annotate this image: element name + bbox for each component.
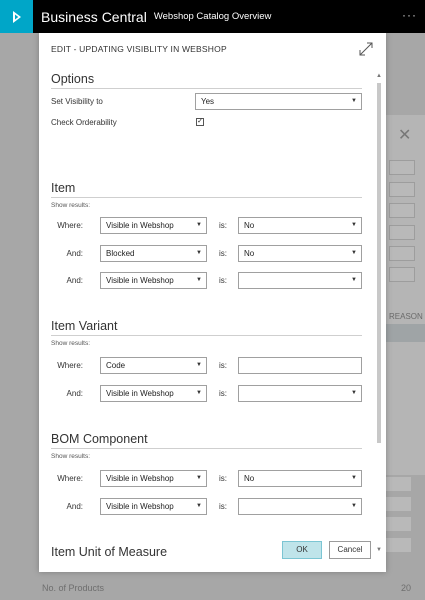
dialog-content: Options Set Visibility to Yes ▼ Check Or… — [39, 69, 377, 557]
page-name: Webshop Catalog Overview — [153, 11, 272, 22]
bom-value-select[interactable]: ▼ — [238, 498, 362, 515]
background-field — [389, 246, 415, 261]
item-field-select[interactable]: Blocked ▼ — [100, 245, 207, 262]
is-label: is: — [219, 221, 227, 230]
chevron-down-icon: ▼ — [351, 277, 357, 283]
chevron-down-icon: ▼ — [196, 475, 202, 481]
cancel-button[interactable]: Cancel — [329, 541, 371, 559]
field-value: Visible in Webshop — [106, 221, 174, 230]
condition-label: Where: — [57, 474, 83, 483]
is-label: is: — [219, 249, 227, 258]
expand-icon[interactable] — [358, 41, 374, 57]
item-variant-section-title: Item Variant — [51, 319, 118, 333]
item-section-title: Item — [51, 181, 76, 195]
condition-label: Where: — [57, 361, 83, 370]
show-results-label: Show results: — [51, 202, 91, 209]
chevron-down-icon: ▼ — [351, 390, 357, 396]
divider — [51, 335, 362, 336]
background-close-icon: ✕ — [398, 127, 412, 144]
chevron-down-icon: ▼ — [196, 250, 202, 256]
chevron-down-icon: ▼ — [196, 362, 202, 368]
item-variant-field-select[interactable]: Visible in Webshop ▼ — [100, 385, 207, 402]
item-value-select[interactable]: ▼ — [238, 272, 362, 289]
chevron-down-icon: ▼ — [351, 222, 357, 228]
condition-label: And: — [66, 249, 83, 258]
check-orderability-checkbox[interactable]: ✓ — [196, 118, 204, 126]
bom-component-section-title: BOM Component — [51, 432, 148, 446]
condition-label: And: — [66, 502, 83, 511]
app-logo-icon[interactable] — [0, 0, 33, 33]
bom-field-select[interactable]: Visible in Webshop ▼ — [100, 498, 207, 515]
set-visibility-value: Yes — [201, 97, 215, 106]
dialog-title: EDIT - UPDATING VISIBLITY IN WEBSHOP — [51, 44, 227, 54]
condition-value: No — [244, 221, 255, 230]
chevron-down-icon: ▼ — [196, 222, 202, 228]
chevron-down-icon: ▼ — [351, 98, 357, 104]
item-unit-of-measure-section-title: Item Unit of Measure — [51, 545, 168, 557]
scroll-up-icon[interactable]: ▲ — [376, 73, 382, 79]
condition-value: No — [244, 474, 255, 483]
is-label: is: — [219, 276, 227, 285]
item-value-select[interactable]: No ▼ — [238, 245, 362, 262]
chevron-down-icon: ▼ — [196, 390, 202, 396]
condition-label: And: — [66, 276, 83, 285]
check-orderability-label: Check Orderability — [51, 118, 117, 127]
condition-value: No — [244, 249, 255, 258]
field-value: Code — [106, 361, 126, 370]
background-field — [389, 225, 415, 240]
show-results-label: Show results: — [51, 340, 91, 347]
background-field — [389, 203, 415, 218]
show-results-label: Show results: — [51, 453, 91, 460]
bom-field-select[interactable]: Visible in Webshop ▼ — [100, 470, 207, 487]
condition-label: Where: — [57, 221, 83, 230]
item-value-select[interactable]: No ▼ — [238, 217, 362, 234]
divider — [51, 197, 362, 198]
background-field — [389, 182, 415, 197]
scroll-down-icon[interactable]: ▼ — [376, 547, 382, 553]
background-selected-row — [386, 324, 425, 342]
background-footer-value: 20 — [400, 583, 411, 593]
item-variant-value-input[interactable] — [238, 357, 362, 374]
more-options-icon[interactable]: ··· — [402, 8, 417, 22]
app-title: Business Central — [41, 8, 147, 25]
chevron-down-icon: ▼ — [196, 277, 202, 283]
divider — [51, 448, 362, 449]
ok-button[interactable]: OK — [282, 541, 322, 559]
item-variant-field-select[interactable]: Code ▼ — [100, 357, 207, 374]
divider — [51, 88, 362, 89]
background-footer-label: No. of Products — [42, 583, 105, 593]
field-value: Visible in Webshop — [106, 502, 174, 511]
is-label: is: — [219, 361, 227, 370]
chevron-down-icon: ▼ — [351, 475, 357, 481]
is-label: is: — [219, 502, 227, 511]
set-visibility-select[interactable]: Yes ▼ — [195, 93, 362, 110]
item-field-select[interactable]: Visible in Webshop ▼ — [100, 217, 207, 234]
set-visibility-label: Set Visibility to — [51, 97, 103, 106]
app-header: Business Central Webshop Catalog Overvie… — [0, 0, 425, 33]
chevron-down-icon: ▼ — [196, 503, 202, 509]
item-field-select[interactable]: Visible in Webshop ▼ — [100, 272, 207, 289]
item-variant-value-select[interactable]: ▼ — [238, 385, 362, 402]
field-value: Visible in Webshop — [106, 389, 174, 398]
scrollbar-thumb[interactable] — [377, 83, 381, 443]
condition-label: And: — [66, 389, 83, 398]
options-section-title: Options — [51, 72, 95, 86]
chevron-down-icon: ▼ — [351, 503, 357, 509]
is-label: is: — [219, 389, 227, 398]
dialog-scrollbar[interactable]: ▲ ▼ — [376, 73, 382, 553]
background-field — [389, 160, 415, 175]
background-column-header: REASON — [389, 312, 423, 321]
field-value: Blocked — [106, 249, 135, 258]
field-value: Visible in Webshop — [106, 276, 174, 285]
is-label: is: — [219, 474, 227, 483]
field-value: Visible in Webshop — [106, 474, 174, 483]
edit-visibility-dialog: EDIT - UPDATING VISIBLITY IN WEBSHOP Opt… — [39, 33, 386, 572]
bom-value-select[interactable]: No ▼ — [238, 470, 362, 487]
chevron-down-icon: ▼ — [351, 250, 357, 256]
background-field — [389, 267, 415, 282]
